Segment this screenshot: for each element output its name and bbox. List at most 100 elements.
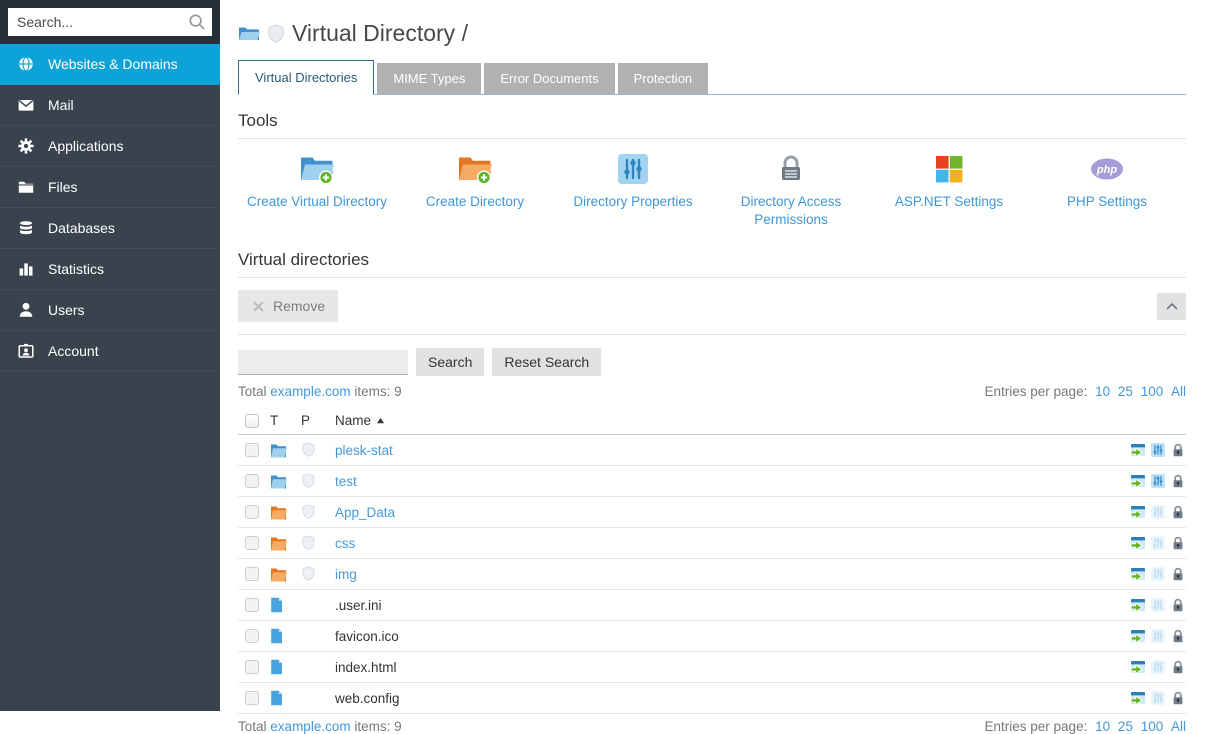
open-in-web-icon[interactable] <box>1130 597 1146 613</box>
permissions-lock-icon[interactable] <box>1170 442 1186 458</box>
permissions-lock-icon[interactable] <box>1170 659 1186 675</box>
open-in-web-icon[interactable] <box>1130 473 1146 489</box>
item-name[interactable]: img <box>335 567 357 582</box>
reset-search-button[interactable]: Reset Search <box>492 348 601 376</box>
properties-icon <box>1150 566 1166 582</box>
sidebar-item-mail[interactable]: Mail <box>0 85 220 126</box>
item-name[interactable]: test <box>335 474 357 489</box>
table-row: css <box>238 528 1186 559</box>
sidebar-item-label: Files <box>48 179 78 195</box>
table-row: .user.ini <box>238 590 1186 621</box>
create-virtual-directory-button[interactable]: Create Virtual Directory <box>238 152 396 228</box>
aspnet-icon <box>933 153 965 185</box>
open-in-web-icon[interactable] <box>1130 659 1146 675</box>
permissions-lock-icon[interactable] <box>1170 473 1186 489</box>
permissions-lock-icon[interactable] <box>1170 535 1186 551</box>
sidebar-item-users[interactable]: Users <box>0 290 220 331</box>
sidebar-item-websites-domains[interactable]: Websites & Domains <box>0 44 220 85</box>
open-in-web-icon[interactable] <box>1130 690 1146 706</box>
open-in-web-icon[interactable] <box>1130 628 1146 644</box>
row-checkbox[interactable] <box>245 629 259 643</box>
entries-option-100[interactable]: 100 <box>1141 719 1164 734</box>
entries-option-25[interactable]: 25 <box>1118 719 1133 734</box>
domain-link[interactable]: example.com <box>270 384 350 399</box>
sidebar-item-applications[interactable]: Applications <box>0 126 220 167</box>
row-checkbox[interactable] <box>245 660 259 674</box>
directory-properties-button[interactable]: Directory Properties <box>554 152 712 228</box>
collapse-toolbar-button[interactable] <box>1157 293 1186 320</box>
open-in-web-icon[interactable] <box>1130 442 1146 458</box>
permissions-lock-icon[interactable] <box>1170 504 1186 520</box>
protection-shield-icon <box>301 535 316 552</box>
column-protection[interactable]: P <box>301 413 335 428</box>
totals-row-bottom: Total example.com items: 9 Entries per p… <box>238 719 1186 734</box>
tab-protection[interactable]: Protection <box>618 63 709 94</box>
row-checkbox[interactable] <box>245 505 259 519</box>
sidebar-item-label: Websites & Domains <box>48 56 178 72</box>
properties-icon[interactable] <box>1150 473 1166 489</box>
open-in-web-icon[interactable] <box>1130 535 1146 551</box>
item-name[interactable]: App_Data <box>335 505 395 520</box>
sidebar-item-statistics[interactable]: Statistics <box>0 249 220 290</box>
search-button[interactable]: Search <box>416 348 484 376</box>
row-checkbox[interactable] <box>245 567 259 581</box>
protection-shield-icon <box>301 442 316 459</box>
sidebar-item-label: Mail <box>48 97 74 113</box>
directory-table-body: plesk-stat test <box>238 435 1186 714</box>
row-checkbox[interactable] <box>245 536 259 550</box>
column-name[interactable]: Name <box>335 413 1114 428</box>
sidebar-item-databases[interactable]: Databases <box>0 208 220 249</box>
open-in-web-icon[interactable] <box>1130 566 1146 582</box>
permissions-lock-icon[interactable] <box>1170 690 1186 706</box>
tab-virtual-directories[interactable]: Virtual Directories <box>238 60 374 95</box>
create-directory-button[interactable]: Create Directory <box>396 152 554 228</box>
php-settings-button[interactable]: php PHP Settings <box>1028 152 1186 228</box>
directory-access-permissions-button[interactable]: Directory Access Permissions <box>712 152 870 228</box>
shield-icon <box>267 24 285 44</box>
directory-properties-icon <box>617 153 649 185</box>
total-prefix: Total <box>238 719 267 734</box>
tab-error-documents[interactable]: Error Documents <box>484 63 614 94</box>
aspnet-settings-button[interactable]: ASP.NET Settings <box>870 152 1028 228</box>
properties-icon <box>1150 659 1166 675</box>
row-checkbox[interactable] <box>245 443 259 457</box>
permissions-lock-icon[interactable] <box>1170 566 1186 582</box>
open-in-web-icon[interactable] <box>1130 504 1146 520</box>
column-type[interactable]: T <box>270 413 301 428</box>
row-checkbox[interactable] <box>245 691 259 705</box>
sidebar-item-files[interactable]: Files <box>0 167 220 208</box>
entries-option-25[interactable]: 25 <box>1118 384 1133 399</box>
entries-option-10[interactable]: 10 <box>1095 384 1110 399</box>
table-row: plesk-stat <box>238 435 1186 466</box>
properties-icon[interactable] <box>1150 442 1166 458</box>
row-checkbox[interactable] <box>245 598 259 612</box>
entries-option-10[interactable]: 10 <box>1095 719 1110 734</box>
entries-option-all[interactable]: All <box>1171 719 1186 734</box>
remove-button[interactable]: Remove <box>238 290 338 322</box>
permissions-lock-icon[interactable] <box>1170 628 1186 644</box>
sidebar-search-area <box>0 0 220 44</box>
properties-icon <box>1150 597 1166 613</box>
file-icon <box>270 690 283 706</box>
list-search-input[interactable] <box>238 350 408 375</box>
totals-row-top: Total example.com items: 9 Entries per p… <box>238 384 1186 399</box>
domain-link[interactable]: example.com <box>270 719 350 734</box>
properties-icon <box>1150 535 1166 551</box>
search-icon[interactable] <box>188 13 206 31</box>
blue-folder-icon <box>270 443 287 458</box>
protection-shield-icon <box>301 473 316 490</box>
entries-option-all[interactable]: All <box>1171 384 1186 399</box>
permissions-lock-icon[interactable] <box>1170 597 1186 613</box>
item-name[interactable]: plesk-stat <box>335 443 393 458</box>
select-all-checkbox[interactable] <box>245 414 259 428</box>
tab-mime-types[interactable]: MIME Types <box>377 63 481 94</box>
protection-shield-icon <box>301 566 316 583</box>
entries-option-100[interactable]: 100 <box>1141 384 1164 399</box>
search-input[interactable] <box>8 8 212 36</box>
row-checkbox[interactable] <box>245 474 259 488</box>
tools-row: Create Virtual Directory Create Director… <box>238 139 1186 234</box>
sidebar-item-account[interactable]: Account <box>0 331 220 372</box>
file-icon <box>270 628 283 644</box>
page-title: Virtual Directory / <box>292 20 468 47</box>
item-name[interactable]: css <box>335 536 355 551</box>
